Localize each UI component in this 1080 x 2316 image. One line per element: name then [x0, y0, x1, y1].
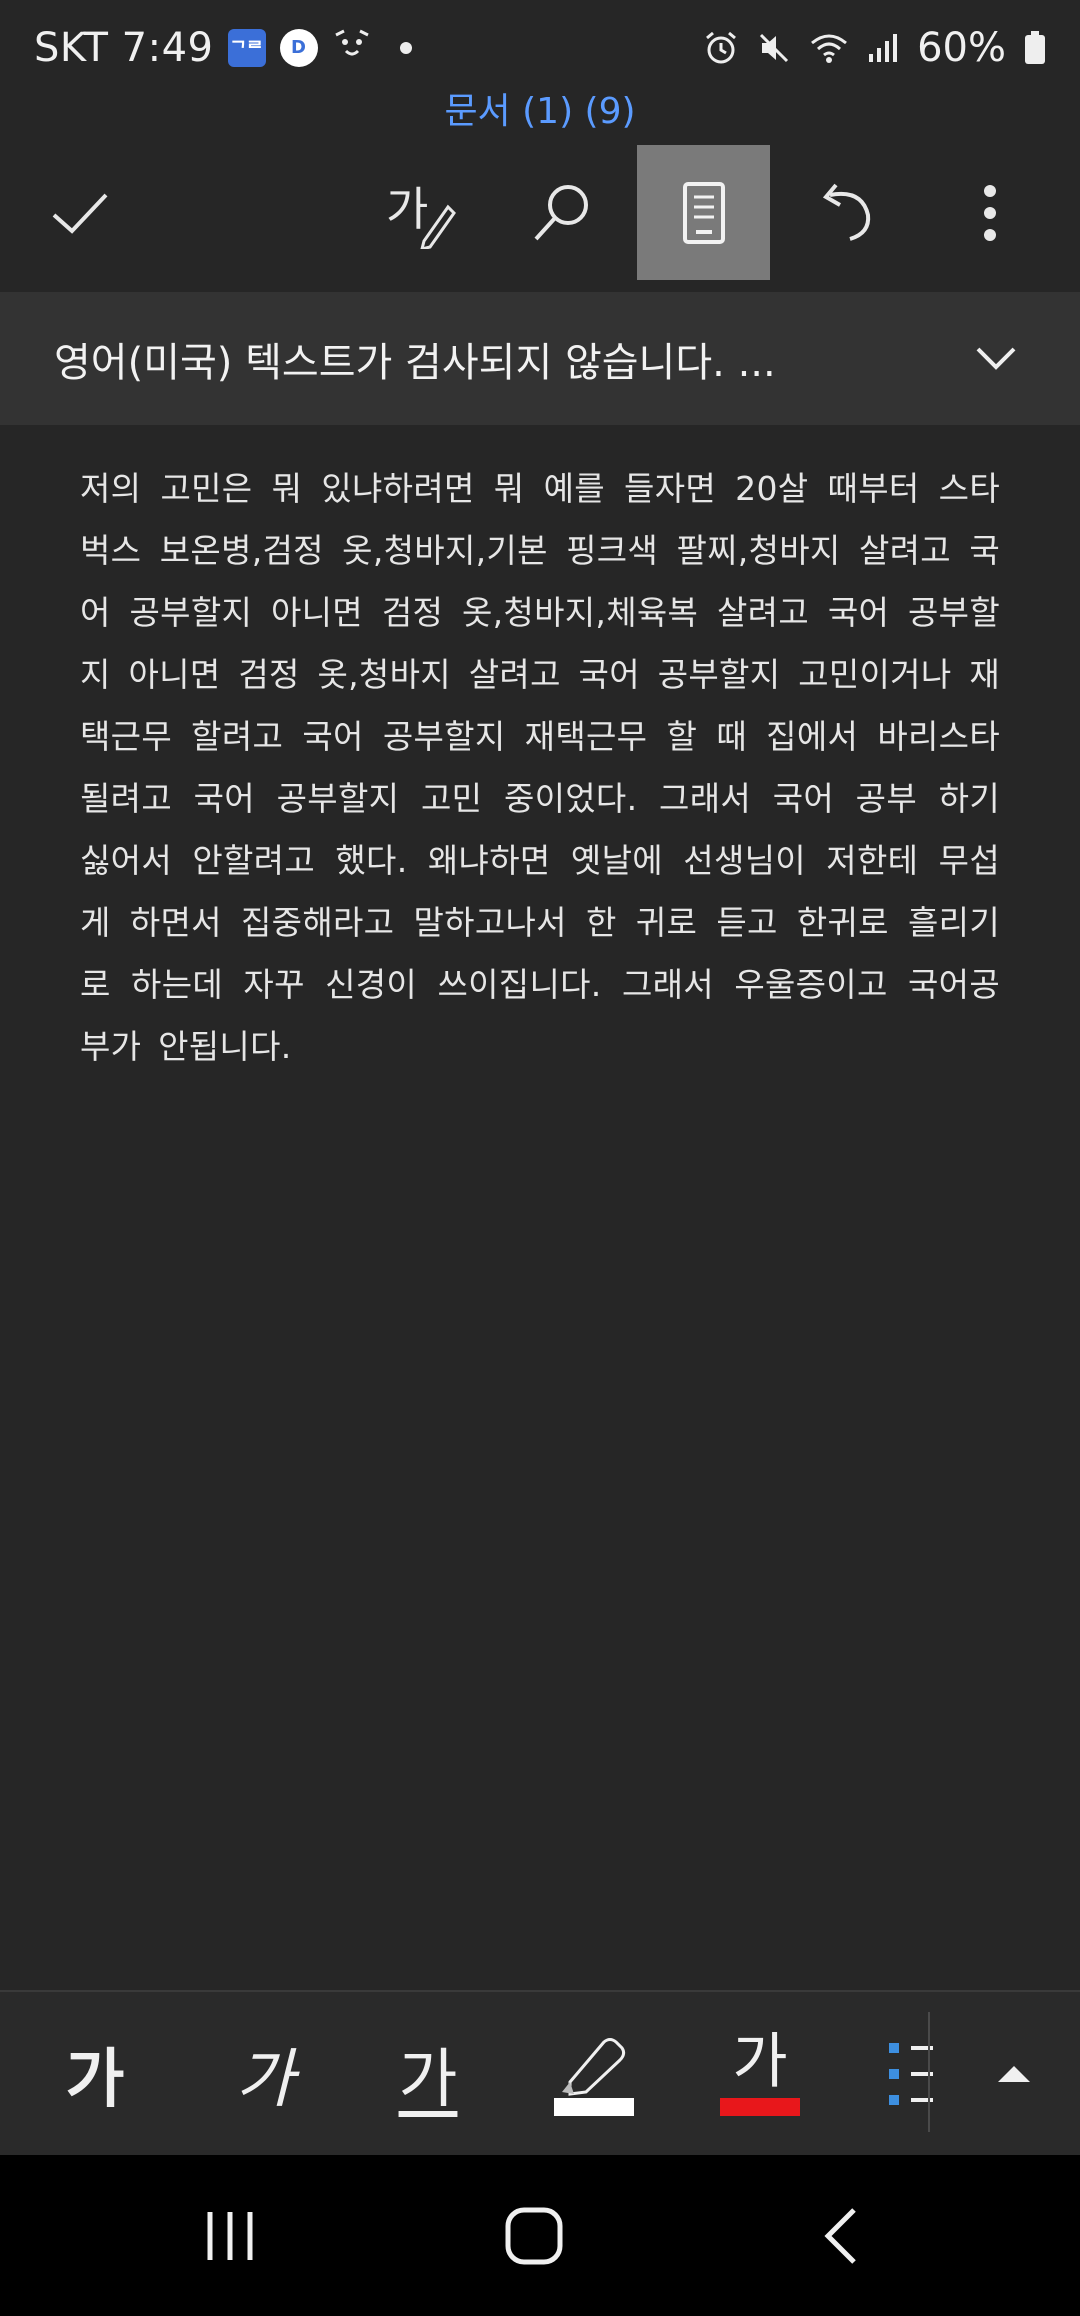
signal-icon: [867, 32, 899, 64]
battery-percent: 60%: [917, 24, 1006, 71]
navigation-bar: [0, 2155, 1080, 2316]
notification-dot-icon: [399, 41, 412, 54]
undo-button[interactable]: [796, 145, 896, 280]
face-app-icon: [332, 25, 372, 71]
done-button[interactable]: [30, 145, 130, 280]
back-button[interactable]: [790, 2155, 890, 2316]
bullet-list-icon: [889, 2042, 933, 2105]
chevron-down-icon: [976, 347, 1016, 370]
pen-text-icon: 가: [386, 182, 456, 249]
font-color-swatch: [720, 2097, 800, 2116]
mobile-view-button[interactable]: [637, 145, 770, 280]
proofing-message: 영어(미국) 텍스트가 검사되지 않습니다. ...: [54, 339, 776, 386]
d-app-icon: D: [279, 28, 318, 67]
highlight-button[interactable]: [550, 1992, 638, 2155]
more-options-button[interactable]: [940, 145, 1040, 280]
mute-icon: [757, 31, 791, 65]
alarm-icon: [703, 30, 739, 66]
bold-button[interactable]: 가: [45, 1992, 145, 2155]
format-bar-divider: [928, 2012, 930, 2132]
back-icon: [824, 2207, 856, 2264]
caret-up-icon: [998, 2065, 1030, 2082]
proofing-banner[interactable]: 영어(미국) 텍스트가 검사되지 않습니다. ...: [0, 292, 1080, 425]
home-icon: [505, 2207, 563, 2264]
italic-button[interactable]: 가: [215, 1992, 315, 2155]
bold-label: 가: [65, 2042, 125, 2117]
check-icon: [52, 193, 108, 234]
expand-banner-button[interactable]: [966, 329, 1026, 389]
more-vertical-icon: [984, 184, 996, 241]
recent-apps-button[interactable]: [180, 2155, 280, 2316]
mobile-view-icon: [682, 181, 725, 244]
highlighter-icon: [554, 2037, 634, 2116]
recent-apps-icon: [207, 2211, 253, 2260]
font-color-label: 가: [732, 2026, 788, 2097]
draw-text-button[interactable]: 가: [370, 145, 470, 280]
battery-icon: [1024, 30, 1046, 65]
svg-text:가: 가: [386, 182, 428, 236]
expand-format-bar-button[interactable]: [966, 1992, 1062, 2155]
top-toolbar: 가: [0, 145, 1080, 280]
format-bar: 가 가 가 가: [0, 1990, 1080, 2155]
italic-label: 가: [235, 2042, 295, 2117]
wifi-icon: [809, 31, 849, 65]
underline-button[interactable]: 가: [378, 1992, 478, 2155]
undo-icon: [822, 183, 871, 241]
home-button[interactable]: [484, 2155, 584, 2316]
document-title[interactable]: 문서 (1) (9): [0, 82, 1080, 134]
app-notification-icon: ᄀᄅ: [227, 28, 266, 67]
underline-label: 가: [398, 2042, 458, 2117]
carrier-time: SKT 7:49: [34, 24, 214, 71]
document-body[interactable]: 저의 고민은 뭐 있냐하려면 뭐 예를 들자면 20살 때부터 스타벅스 보온병…: [80, 458, 1000, 1078]
search-button[interactable]: [512, 145, 612, 280]
search-icon: [534, 184, 588, 240]
status-bar: SKT 7:49 ᄀᄅ D 60%: [0, 0, 1080, 95]
font-color-button[interactable]: 가: [716, 1992, 804, 2155]
